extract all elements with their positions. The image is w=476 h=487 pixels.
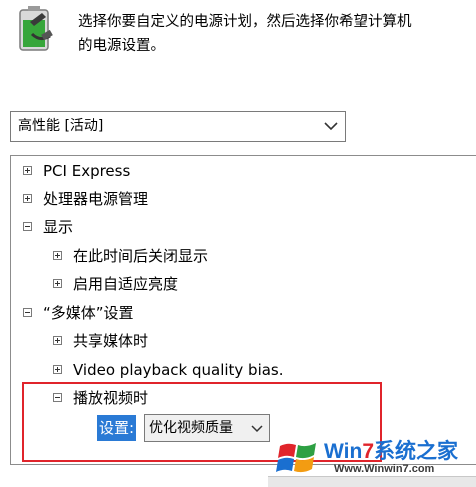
description-line-2: 的电源设置。 <box>78 38 165 54</box>
chevron-down-icon <box>251 425 263 433</box>
video-quality-dropdown[interactable]: 优化视频质量 <box>144 414 270 442</box>
expand-plus-icon[interactable] <box>53 336 62 345</box>
expand-plus-icon[interactable] <box>23 166 32 175</box>
setting-label: 设置: <box>97 415 137 441</box>
plan-description: 选择你要自定义的电源计划，然后选择你希望计算机 的电源设置。 <box>78 10 476 58</box>
power-plan-selected-value: 高性能 [活动] <box>18 118 104 134</box>
watermark-logo: Win7系统之家 Www.Winwin7.com <box>276 432 476 486</box>
windows-logo-icon <box>276 443 316 473</box>
power-plan-select[interactable]: 高性能 [活动] <box>10 111 346 142</box>
tree-item-label: 启用自适应亮度 <box>73 275 179 293</box>
battery-plug-icon <box>19 6 53 51</box>
chevron-down-icon <box>324 122 338 131</box>
collapse-minus-icon[interactable] <box>23 222 32 231</box>
description-line-1: 选择你要自定义的电源计划，然后选择你希望计算机 <box>78 14 412 30</box>
power-settings-tree[interactable]: PCI Express 处理器电源管理 显示 在此时间后关闭显示 启用自适应亮度… <box>10 155 476 465</box>
tree-item-label: 显示 <box>43 218 74 236</box>
tree-item-label: 播放视频时 <box>73 389 149 407</box>
expand-plus-icon[interactable] <box>53 365 62 374</box>
video-quality-selected-value: 优化视频质量 <box>149 420 233 436</box>
expand-plus-icon[interactable] <box>53 279 62 288</box>
tree-item-label: “多媒体”设置 <box>43 304 134 322</box>
watermark-url: Www.Winwin7.com <box>334 463 435 475</box>
watermark-win: Win <box>324 440 363 463</box>
tree-item-label: PCI Express <box>43 162 131 180</box>
tree-item-label: 共享媒体时 <box>73 332 149 350</box>
tree-item-label: 处理器电源管理 <box>43 190 149 208</box>
collapse-minus-icon[interactable] <box>53 393 62 402</box>
tree-item-label: 在此时间后关闭显示 <box>73 247 209 265</box>
watermark-site-name: 系统之家 <box>374 440 458 463</box>
tree-item-label: Video playback quality bias. <box>73 361 284 379</box>
expand-plus-icon[interactable] <box>23 194 32 203</box>
expand-plus-icon[interactable] <box>53 251 62 260</box>
collapse-minus-icon[interactable] <box>23 308 32 317</box>
watermark-title: Win7系统之家 <box>324 435 458 465</box>
watermark-seven: 7 <box>362 440 374 463</box>
